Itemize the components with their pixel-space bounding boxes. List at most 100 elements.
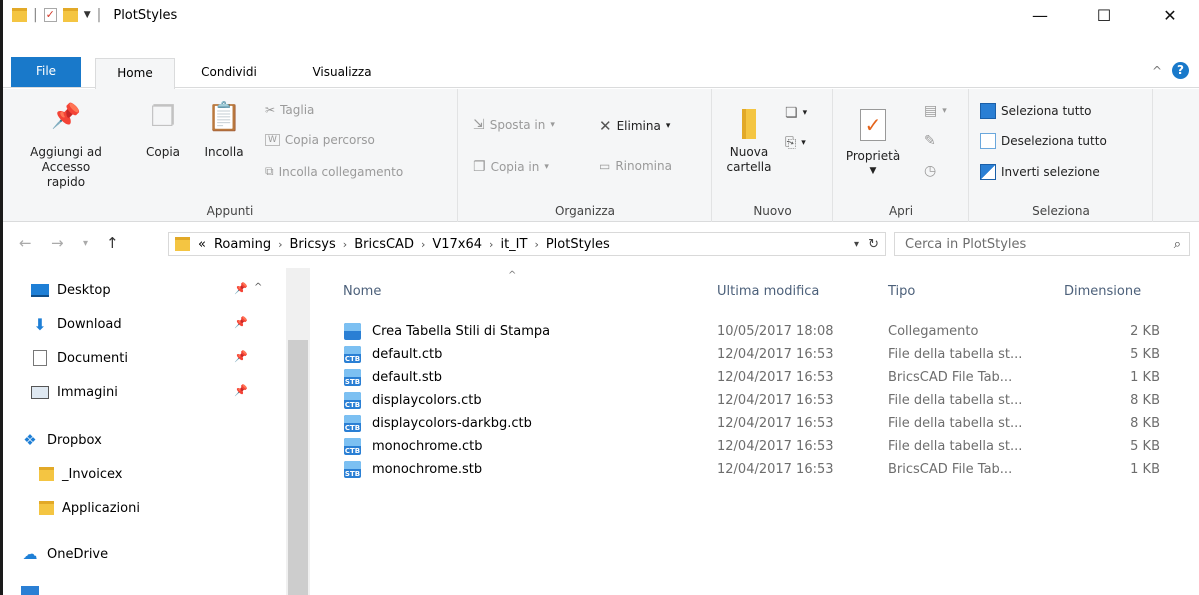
breadcrumb-it-it[interactable]: it_IT: [500, 237, 527, 252]
breadcrumb-roaming[interactable]: Roaming: [214, 237, 271, 252]
sidebar-item-applicazioni[interactable]: Applicazioni: [39, 498, 140, 518]
stb-file-icon: STB: [344, 461, 361, 478]
sidebar-item-immagini[interactable]: Immagini: [31, 382, 118, 402]
table-row[interactable]: CTB displaycolors-darkbg.ctb 12/04/2017 16…: [312, 413, 1199, 435]
up-arrow-icon[interactable]: ↑: [106, 234, 119, 252]
column-header-modified[interactable]: Ultima modifica: [717, 284, 819, 299]
scroll-up-icon[interactable]: ^: [254, 282, 262, 293]
refresh-icon[interactable]: ↻: [868, 237, 879, 252]
delete-button[interactable]: ✕ Elimina ▾: [599, 117, 670, 135]
copy-icon: ❐: [150, 100, 176, 133]
search-input[interactable]: Cerca in PlotStyles ⌕: [894, 232, 1190, 256]
edit-button[interactable]: ✎: [924, 133, 936, 149]
shortcut-file-icon: [344, 323, 361, 340]
select-all-icon: [980, 103, 996, 119]
tab-share[interactable]: Condividi: [189, 58, 269, 88]
easy-access-button[interactable]: ⎘ ▾: [785, 135, 806, 151]
group-seleziona: Seleziona tutto Deseleziona tutto Invert…: [970, 89, 1153, 222]
copy-to-button[interactable]: ❐ Copia in ▾: [473, 159, 549, 175]
close-button[interactable]: ✕: [1147, 0, 1193, 30]
scrollbar-thumb[interactable]: [288, 340, 308, 595]
breadcrumb-v17x64[interactable]: V17x64: [432, 237, 482, 252]
pin-icon[interactable]: 📌: [234, 282, 248, 295]
sidebar-item-desktop[interactable]: Desktop: [31, 280, 111, 300]
breadcrumb-bricscad[interactable]: BricsCAD: [354, 237, 414, 252]
select-all-button[interactable]: Seleziona tutto: [980, 103, 1092, 119]
table-row[interactable]: CTB monochrome.ctb 12/04/2017 16:53 File de…: [312, 436, 1199, 458]
pin-icon[interactable]: 📌: [234, 384, 248, 397]
column-header-size[interactable]: Dimensione: [1064, 284, 1141, 299]
pin-icon[interactable]: 📌: [234, 350, 248, 363]
table-row[interactable]: CTB default.ctb 12/04/2017 16:53 File della…: [312, 344, 1199, 366]
sidebar-item-documenti[interactable]: Documenti: [31, 348, 128, 368]
folder-icon: [39, 501, 54, 515]
breadcrumb-separator-icon[interactable]: ›: [278, 238, 282, 251]
title-bar: | ✓ ▼ | PlotStyles — ☐ ✕: [3, 0, 1199, 30]
sidebar-item-onedrive[interactable]: ☁ OneDrive: [21, 544, 109, 564]
history-button[interactable]: ◷: [924, 163, 936, 179]
tab-view[interactable]: Visualizza: [297, 58, 387, 88]
new-folder-button[interactable]: Nuova cartella: [723, 109, 775, 175]
properties-button[interactable]: ✓ Proprietà ▼: [840, 109, 906, 179]
copy-button[interactable]: ❐ Copia: [145, 100, 181, 160]
sidebar-scrollbar[interactable]: [286, 268, 310, 595]
address-bar[interactable]: « Roaming › Bricsys › BricsCAD › V17x64 …: [168, 232, 886, 256]
group-appunti: 📌 Aggiungi ad Accesso rapido ❐ Copia 📋 I…: [3, 89, 458, 222]
properties-check-icon[interactable]: ✓: [43, 8, 57, 22]
pictures-icon: [31, 385, 49, 399]
column-header-type[interactable]: Tipo: [888, 284, 915, 299]
invert-selection-icon: [980, 164, 996, 180]
recent-chevron-icon[interactable]: ▾: [83, 238, 88, 249]
help-icon[interactable]: ?: [1172, 62, 1189, 79]
deselect-all-button[interactable]: Deseleziona tutto: [980, 133, 1107, 149]
table-row[interactable]: STB monochrome.stb 12/04/2017 16:53 BricsCA…: [312, 459, 1199, 481]
breadcrumb-separator-icon[interactable]: ›: [534, 238, 538, 251]
column-header-name[interactable]: Nome: [343, 284, 381, 299]
pin-icon[interactable]: 📌: [234, 316, 248, 329]
invert-selection-button[interactable]: Inverti selezione: [980, 164, 1100, 180]
ctb-file-icon: CTB: [344, 438, 361, 455]
table-row[interactable]: STB default.stb 12/04/2017 16:53 BricsCAD F…: [312, 367, 1199, 389]
breadcrumb-overflow[interactable]: «: [198, 237, 206, 252]
copy-to-icon: ❐: [473, 159, 486, 175]
back-arrow-icon[interactable]: ←: [19, 234, 32, 252]
address-dropdown-icon[interactable]: ▾: [854, 239, 859, 250]
tab-home[interactable]: Home: [95, 58, 175, 89]
sidebar-item-dropbox[interactable]: ❖ Dropbox: [21, 430, 102, 450]
table-row[interactable]: Crea Tabella Stili di Stampa 10/05/2017 1…: [312, 321, 1199, 343]
minimize-button[interactable]: —: [1017, 0, 1063, 30]
breadcrumb-plotstyles[interactable]: PlotStyles: [546, 237, 610, 252]
new-item-button[interactable]: ❏ ▾: [785, 105, 807, 121]
collapse-ribbon-icon[interactable]: ^: [1152, 64, 1162, 78]
folder-icon: [39, 467, 54, 481]
paste-link-button[interactable]: ⧉ Incolla collegamento: [265, 164, 403, 179]
group-label-appunti: Appunti: [206, 204, 254, 218]
scissors-icon: ✂: [265, 103, 276, 117]
maximize-button[interactable]: ☐: [1081, 0, 1127, 30]
copy-path-button[interactable]: W Copia percorso: [265, 133, 375, 147]
search-icon[interactable]: ⌕: [1174, 237, 1181, 252]
onedrive-icon: ☁: [22, 545, 38, 563]
table-row[interactable]: CTB displaycolors.ctb 12/04/2017 16:53 File…: [312, 390, 1199, 412]
file-list: ^ Nome Ultima modifica Tipo Dimensione C…: [312, 268, 1199, 595]
tab-file[interactable]: File: [11, 57, 81, 87]
ribbon-controls: ^ ?: [1152, 62, 1189, 79]
customize-dropdown-icon[interactable]: ▼: [84, 10, 91, 20]
breadcrumb-separator-icon[interactable]: ›: [421, 238, 425, 251]
ribbon: 📌 Aggiungi ad Accesso rapido ❐ Copia 📋 I…: [3, 89, 1199, 222]
new-folder-icon[interactable]: [62, 8, 78, 22]
move-to-button[interactable]: ⇲ Sposta in ▾: [473, 117, 555, 133]
breadcrumb-separator-icon[interactable]: ›: [343, 238, 347, 251]
chevron-down-icon: ▾: [665, 121, 671, 131]
breadcrumb-bricsys[interactable]: Bricsys: [290, 237, 336, 252]
group-label-seleziona: Seleziona: [1032, 204, 1090, 218]
breadcrumb-separator-icon[interactable]: ›: [489, 238, 493, 251]
forward-arrow-icon[interactable]: →: [51, 234, 64, 252]
open-button[interactable]: ▤ ▾: [924, 103, 947, 119]
rename-button[interactable]: ▭ Rinomina: [599, 159, 672, 173]
paste-button[interactable]: 📋 Incolla: [199, 103, 249, 160]
sidebar-item-invoicex[interactable]: _Invoicex: [39, 464, 122, 484]
sidebar-item-download[interactable]: ⬇ Download: [31, 314, 121, 334]
cut-button[interactable]: ✂ Taglia: [265, 103, 314, 117]
pin-quick-access-button[interactable]: 📌 Aggiungi ad Accesso rapido: [23, 104, 109, 190]
